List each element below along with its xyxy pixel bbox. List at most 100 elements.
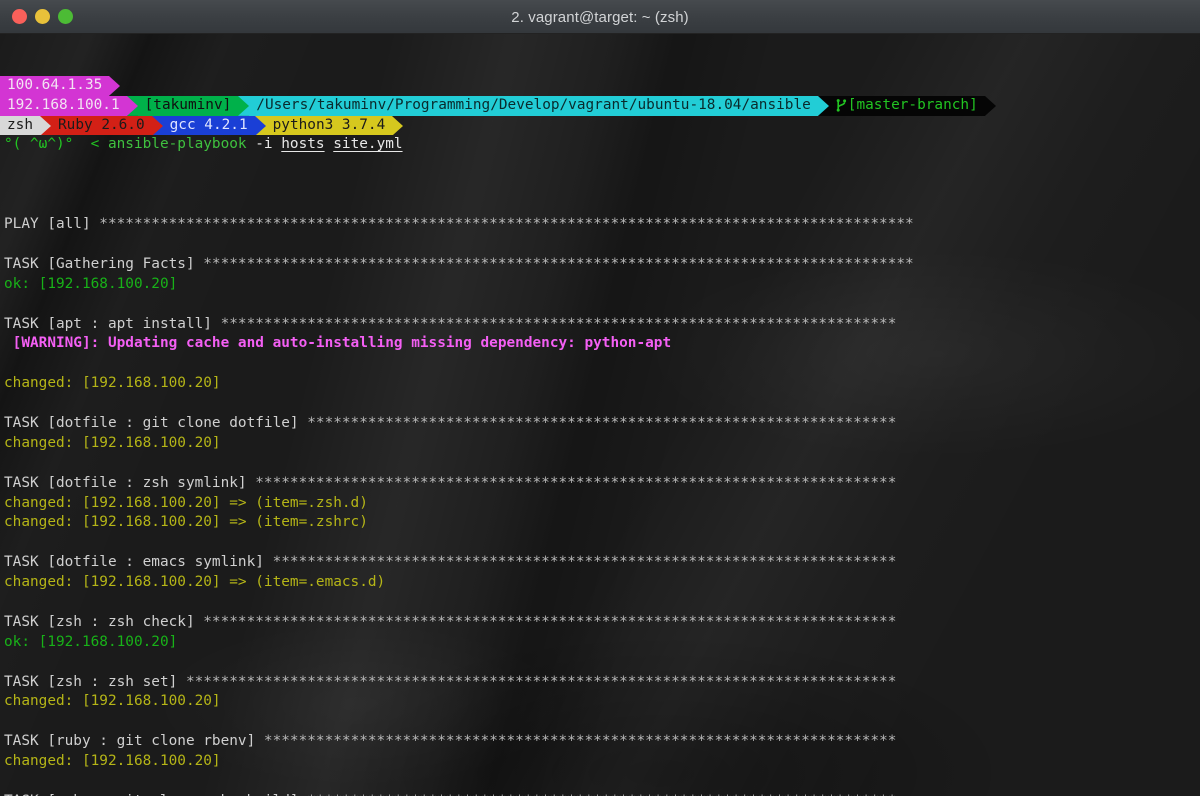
powerline-separator (254, 115, 266, 136)
task-ruby-git-clone-rbenv: TASK [ruby : git clone rbenv] **********… (0, 732, 1200, 752)
changed-text: changed: [192.168.100.20] => (item=.zshr… (4, 514, 368, 531)
maximize-button[interactable] (58, 9, 73, 24)
warning-text: [WARNING]: Updating cache and auto-insta… (4, 335, 672, 352)
task-apt-install: TASK [apt : apt install] ***************… (0, 315, 1200, 335)
ruby-version-label: Ruby 2.6.0 (58, 116, 145, 133)
title-bar: 2. vagrant@target: ~ (zsh) (0, 0, 1200, 34)
git-branch-label: [master-branch] (847, 96, 978, 113)
star-fill: ****************************************… (194, 613, 897, 630)
ansible-output: PLAY [all] *****************************… (0, 195, 1200, 796)
task-dotfile-zsh-symlink-label: TASK [dotfile : zsh symlink] (4, 474, 247, 491)
prompt-segment-ip-private: 192.168.100.1 (0, 95, 127, 116)
task-dotfile-zsh-symlink: TASK [dotfile : zsh symlink] ***********… (0, 474, 1200, 494)
git-branch-icon (836, 99, 846, 112)
prompt-segment-shell: zsh (0, 115, 40, 136)
command-line[interactable]: °( ^ω^)° < ansible-playbook -i hosts sit… (0, 135, 1200, 155)
status-changed: changed: [192.168.100.20] (0, 752, 1200, 772)
terminal-window: 2. vagrant@target: ~ (zsh) 100.64.1.35 19… (0, 0, 1200, 796)
powerline-separator (238, 95, 250, 116)
terminal-body[interactable]: 100.64.1.35 192.168.100.1 [takuminv] /Users… (0, 34, 1200, 796)
python-version-label: python3 3.7.4 (272, 116, 386, 133)
cwd-label: /Users/takuminv/Programming/Develop/vagr… (256, 96, 811, 113)
ok-text: ok: [192.168.100.20] (4, 633, 178, 650)
window-controls (0, 9, 73, 24)
task-ruby-git-clone-rbenv-label: TASK [ruby : git clone rbenv] (4, 733, 256, 750)
command-flag: -i (246, 136, 282, 153)
task-zsh-set: TASK [zsh : zsh set] *******************… (0, 673, 1200, 693)
shell-label: zsh (7, 116, 33, 133)
close-button[interactable] (12, 9, 27, 24)
changed-text: changed: [192.168.100.20] (4, 753, 221, 770)
prompt-segment-ip-public: 100.64.1.35 (0, 75, 110, 96)
task-gathering-facts: TASK [Gathering Facts] *****************… (0, 255, 1200, 275)
prompt-segment-python-version: python3 3.7.4 (265, 115, 393, 136)
status-ok: ok: [192.168.100.20] (0, 275, 1200, 295)
star-fill: ****************************************… (194, 255, 914, 272)
changed-text: changed: [192.168.100.20] (4, 375, 221, 392)
window-title: 2. vagrant@target: ~ (zsh) (511, 8, 689, 26)
status-changed: changed: [192.168.100.20] (0, 434, 1200, 454)
command-name: ansible-playbook (107, 136, 247, 153)
task-gathering-facts-label: TASK [Gathering Facts] (4, 255, 195, 272)
powerline-separator (392, 115, 404, 136)
star-fill: ****************************************… (177, 673, 897, 690)
status-changed: changed: [192.168.100.20] => (item=.emac… (0, 573, 1200, 593)
prompt-row-3: zsh Ruby 2.6.0 gcc 4.2.1 python3 3.7.4 (0, 115, 1200, 136)
terminal-screen[interactable]: 100.64.1.35 192.168.100.1 [takuminv] /Users… (0, 34, 1200, 796)
minimize-button[interactable] (35, 9, 50, 24)
powerline-separator (109, 75, 121, 96)
powerline-separator (40, 115, 51, 136)
warning-line: [WARNING]: Updating cache and auto-insta… (0, 334, 1200, 354)
prompt-row-2: 192.168.100.1 [takuminv] /Users/takuminv/P… (0, 95, 1200, 116)
prompt-segment-ruby-version: Ruby 2.6.0 (51, 115, 152, 136)
task-zsh-check: TASK [zsh : zsh check] *****************… (0, 613, 1200, 633)
status-changed: changed: [192.168.100.20] (0, 374, 1200, 394)
changed-text: changed: [192.168.100.20] => (item=.emac… (4, 574, 386, 591)
star-fill: ****************************************… (263, 554, 897, 571)
star-fill: ****************************************… (246, 474, 897, 491)
status-ok: ok: [192.168.100.20] (0, 633, 1200, 653)
changed-text: changed: [192.168.100.20] (4, 434, 221, 451)
user-label: [takuminv] (144, 96, 232, 113)
ok-text: ok: [192.168.100.20] (4, 275, 178, 292)
star-fill: ****************************************… (298, 414, 897, 431)
ip-private-label: 192.168.100.1 (7, 96, 120, 113)
prompt-segment-git-branch: [master-branch] (828, 95, 985, 116)
gcc-version-label: gcc 4.2.1 (169, 116, 248, 133)
task-dotfile-git-clone-label: TASK [dotfile : git clone dotfile] (4, 414, 299, 431)
ip-public-label: 100.64.1.35 (7, 76, 103, 93)
prompt-segment-user: [takuminv] (137, 95, 239, 116)
powerline-separator (984, 95, 996, 116)
prompt-segment-cwd: /Users/takuminv/Programming/Develop/vagr… (249, 95, 818, 116)
status-changed: changed: [192.168.100.20] (0, 692, 1200, 712)
star-fill: ****************************************… (90, 216, 914, 233)
task-zsh-set-label: TASK [zsh : zsh set] (4, 673, 178, 690)
status-changed: changed: [192.168.100.20] => (item=.zshr… (0, 513, 1200, 533)
powerline-separator (126, 95, 138, 116)
prompt-kaomoji: °( ^ω^)° < (4, 136, 108, 153)
task-dotfile-emacs-symlink: TASK [dotfile : emacs symlink] *********… (0, 553, 1200, 573)
task-apt-install-label: TASK [apt : apt install] (4, 315, 212, 332)
powerline-separator (817, 95, 829, 116)
status-changed: changed: [192.168.100.20] => (item=.zsh.… (0, 494, 1200, 514)
command-separator (325, 136, 334, 152)
command-arg-site-yml: site.yml (333, 136, 403, 153)
star-fill: ****************************************… (255, 733, 897, 750)
play-header-all: PLAY [all] *****************************… (0, 215, 1200, 235)
prompt-row-1: 100.64.1.35 (0, 75, 1200, 96)
shell-prompt: 100.64.1.35 192.168.100.1 [takuminv] /Users… (0, 75, 1200, 156)
powerline-separator (151, 115, 163, 136)
task-zsh-check-label: TASK [zsh : zsh check] (4, 613, 195, 630)
command-arg-hosts: hosts (281, 136, 325, 153)
task-ruby-git-clone-ruby-build: TASK [ruby : git clone ruby-build] *****… (0, 792, 1200, 796)
task-dotfile-git-clone: TASK [dotfile : git clone dotfile] *****… (0, 414, 1200, 434)
